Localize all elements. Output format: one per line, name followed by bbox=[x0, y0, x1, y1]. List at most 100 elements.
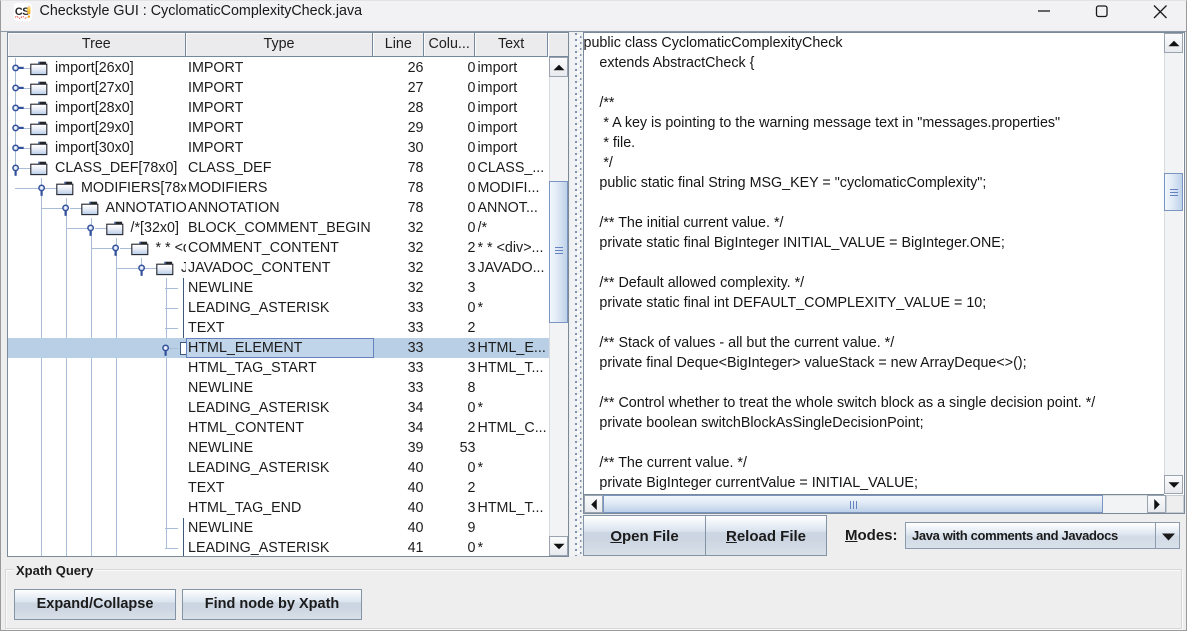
tree-cell[interactable]: NEWLINE[40x9] bbox=[8, 518, 186, 538]
line-cell: 33 bbox=[375, 338, 424, 358]
tree-scrollbar-thumb[interactable] bbox=[549, 181, 568, 323]
column-header-tree[interactable]: Tree bbox=[8, 33, 186, 57]
tree-cell[interactable]: * * <div> bbox=[8, 238, 186, 258]
table-row[interactable]: import[26x0]IMPORT260import bbox=[8, 58, 549, 78]
line-cell: 41 bbox=[375, 538, 424, 556]
tree-cell[interactable]: JAVADOC_CONTENT[32x3] bbox=[8, 258, 186, 278]
tree-cell[interactable]: NEWLINE[32x3] bbox=[8, 278, 186, 298]
tree-cell[interactable]: CLASS_DEF[78x0] bbox=[8, 158, 186, 178]
code-scroll-down-button[interactable] bbox=[1164, 475, 1183, 494]
table-row[interactable]: CLASS_DEF[78x0]CLASS_DEF780CLASS_... bbox=[8, 158, 549, 178]
tree-scroll-up-button[interactable] bbox=[549, 57, 568, 77]
table-row[interactable]: NEWLINE[40x9]NEWLINE409 bbox=[8, 518, 549, 538]
table-row[interactable]: * * <div>COMMENT_CONTENT322* * <div>... bbox=[8, 238, 549, 258]
maximize-button[interactable] bbox=[1079, 1, 1125, 25]
tree-collapse-handle[interactable] bbox=[62, 198, 76, 217]
tree-connector-line bbox=[165, 328, 178, 329]
tree-cell[interactable]: import[27x0] bbox=[8, 78, 186, 98]
file-toolbar: Open File Reload File Modes: Java with c… bbox=[584, 514, 1185, 557]
code-hscrollbar-thumb[interactable] bbox=[603, 495, 1103, 513]
code-scroll-right-button[interactable] bbox=[1147, 495, 1166, 513]
tree-cell[interactable]: import[26x0] bbox=[8, 58, 186, 78]
tree-cell[interactable]: ANNOTATION[78x0] bbox=[8, 198, 186, 218]
tree-cell[interactable]: HTML_TAG_START[33x3] bbox=[8, 358, 186, 378]
tree-cell[interactable]: HTML_TAG_END[40x3] bbox=[8, 498, 186, 518]
tree-cell[interactable]: HTML_ELEMENT[33x3] bbox=[8, 338, 186, 358]
tree-cell[interactable]: import[29x0] bbox=[8, 118, 186, 138]
code-vscrollbar-track[interactable] bbox=[1164, 33, 1183, 494]
folder-icon bbox=[30, 81, 48, 96]
tree-node-label: * * <div> bbox=[156, 238, 187, 258]
reload-file-button[interactable]: Reload File bbox=[705, 515, 827, 556]
table-row[interactable]: LEADING_ASTERISK[41x0]LEADING_ASTERISK41… bbox=[8, 538, 549, 556]
table-row[interactable]: NEWLINE[39x53]NEWLINE3953 bbox=[8, 438, 549, 458]
tree-expand-handle[interactable] bbox=[12, 58, 26, 77]
find-node-by-xpath-button[interactable]: Find node by Xpath bbox=[182, 589, 362, 620]
text-cell: * bbox=[478, 538, 548, 556]
table-row[interactable]: ANNOTATION[78x0]ANNOTATION780ANNOT... bbox=[8, 198, 549, 218]
table-row[interactable]: HTML_TAG_END[40x3]HTML_TAG_END403HTML_T.… bbox=[8, 498, 549, 518]
column-header-text[interactable]: Text bbox=[475, 33, 548, 57]
table-row[interactable]: LEADING_ASTERISK[40x0]LEADING_ASTERISK40… bbox=[8, 458, 549, 478]
tree-cell[interactable]: NEWLINE[33x8] bbox=[8, 378, 186, 398]
table-row[interactable]: HTML_ELEMENT[33x3]HTML_ELEMENT333HTML_E.… bbox=[8, 338, 549, 358]
table-row[interactable]: NEWLINE[32x3]NEWLINE323 bbox=[8, 278, 549, 298]
tree-collapse-handle[interactable] bbox=[12, 158, 26, 177]
tree-expand-handle[interactable] bbox=[12, 118, 26, 137]
tree-cell[interactable]: import[30x0] bbox=[8, 138, 186, 158]
tree-collapse-handle[interactable] bbox=[112, 238, 126, 257]
line-cell: 40 bbox=[375, 518, 424, 538]
table-row[interactable]: MODIFIERS[78x0]MODIFIERS780MODIFI... bbox=[8, 178, 549, 198]
combobox-arrow-button[interactable] bbox=[1155, 523, 1179, 548]
table-row[interactable]: /*[32x0]BLOCK_COMMENT_BEGIN320/* bbox=[8, 218, 549, 238]
code-scroll-up-button[interactable] bbox=[1164, 33, 1183, 53]
open-file-button[interactable]: Open File bbox=[583, 515, 706, 556]
tree-cell[interactable]: TEXT[33x2] bbox=[8, 318, 186, 338]
tree-table[interactable]: import[26x0]IMPORT260importimport[27x0]I… bbox=[8, 57, 549, 556]
tree-cell[interactable]: /*[32x0] bbox=[8, 218, 186, 238]
split-divider[interactable] bbox=[570, 33, 583, 556]
tree-collapse-handle[interactable] bbox=[38, 178, 52, 197]
column-header-line[interactable]: Line bbox=[373, 33, 424, 57]
tree-cell[interactable]: HTML_CONTENT[34x2] bbox=[8, 418, 186, 438]
table-row[interactable]: import[28x0]IMPORT280import bbox=[8, 98, 549, 118]
table-row[interactable]: HTML_CONTENT[34x2]HTML_CONTENT342HTML_C.… bbox=[8, 418, 549, 438]
table-row[interactable]: LEADING_ASTERISK[34x0]LEADING_ASTERISK34… bbox=[8, 398, 549, 418]
table-row[interactable]: import[30x0]IMPORT300import bbox=[8, 138, 549, 158]
line-cell: 39 bbox=[375, 438, 424, 458]
tree-expand-handle[interactable] bbox=[12, 98, 26, 117]
tree-cell[interactable]: LEADING_ASTERISK[34x0] bbox=[8, 398, 186, 418]
expand-collapse-button[interactable]: Expand/Collapse bbox=[14, 589, 176, 620]
table-row[interactable]: LEADING_ASTERISK[33x0]LEADING_ASTERISK33… bbox=[8, 298, 549, 318]
close-button[interactable] bbox=[1137, 1, 1183, 25]
tree-collapse-handle[interactable] bbox=[138, 258, 152, 277]
tree-cell[interactable]: MODIFIERS[78x0] bbox=[8, 178, 186, 198]
table-row[interactable]: HTML_TAG_START[33x3]HTML_TAG_START333HTM… bbox=[8, 358, 549, 378]
tree-node-label: CLASS_DEF[78x0] bbox=[55, 158, 177, 178]
column-header-colu[interactable]: Colu... bbox=[424, 33, 475, 57]
table-row[interactable]: TEXT[40x2]TEXT402 bbox=[8, 478, 549, 498]
tree-cell[interactable]: LEADING_ASTERISK[33x0] bbox=[8, 298, 186, 318]
tree-cell[interactable]: TEXT[40x2] bbox=[8, 478, 186, 498]
tree-collapse-handle[interactable] bbox=[87, 218, 101, 237]
table-row[interactable]: NEWLINE[33x8]NEWLINE338 bbox=[8, 378, 549, 398]
code-scroll-left-button[interactable] bbox=[584, 495, 603, 513]
minimize-button[interactable] bbox=[1021, 1, 1067, 25]
code-vscrollbar-thumb[interactable] bbox=[1164, 173, 1183, 211]
tree-collapse-handle[interactable] bbox=[162, 338, 176, 357]
tree-scroll-down-button[interactable] bbox=[549, 536, 568, 556]
code-text-area[interactable]: public class CyclomaticComplexityCheck e… bbox=[584, 33, 1163, 494]
tree-cell[interactable]: import[28x0] bbox=[8, 98, 186, 118]
column-header-type[interactable]: Type bbox=[186, 33, 374, 57]
tree-cell[interactable]: LEADING_ASTERISK[40x0] bbox=[8, 458, 186, 478]
tree-cell[interactable]: NEWLINE[39x53] bbox=[8, 438, 186, 458]
table-row[interactable]: import[27x0]IMPORT270import bbox=[8, 78, 549, 98]
type-cell: IMPORT bbox=[188, 78, 372, 98]
table-row[interactable]: JAVADOC_CONTENT[32x3]JAVADOC_CONTENT323J… bbox=[8, 258, 549, 278]
table-row[interactable]: import[29x0]IMPORT290import bbox=[8, 118, 549, 138]
tree-expand-handle[interactable] bbox=[12, 78, 26, 97]
table-row[interactable]: TEXT[33x2]TEXT332 bbox=[8, 318, 549, 338]
tree-cell[interactable]: LEADING_ASTERISK[41x0] bbox=[8, 538, 186, 556]
tree-expand-handle[interactable] bbox=[12, 138, 26, 157]
modes-combobox[interactable]: Java with comments and Javadocs bbox=[905, 522, 1180, 549]
